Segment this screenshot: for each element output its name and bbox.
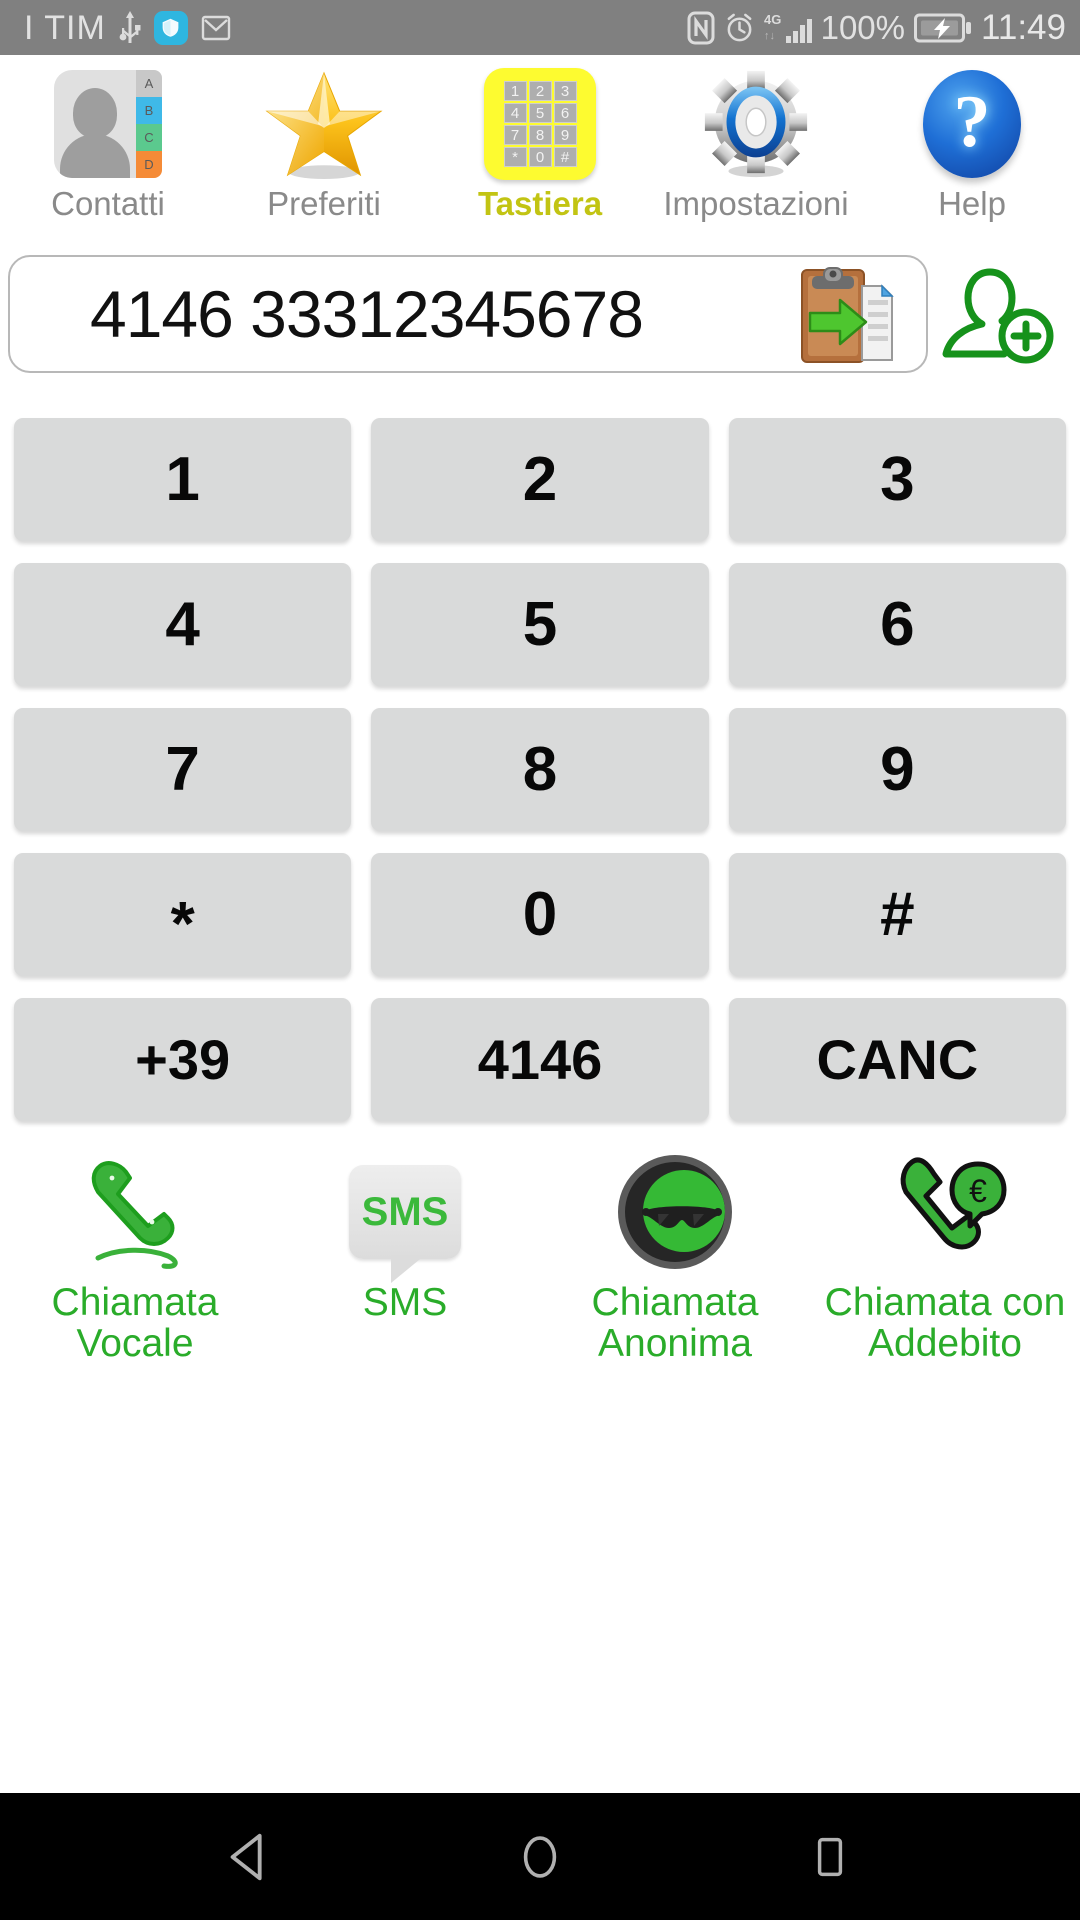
action-label-chiamata-vocale: Chiamata Vocale bbox=[51, 1281, 219, 1366]
key-prefix-plus39[interactable]: +39 bbox=[14, 998, 352, 1121]
key-3[interactable]: 3 bbox=[728, 418, 1066, 541]
carrier-label: I TIM bbox=[24, 8, 106, 47]
key-0[interactable]: 0 bbox=[371, 853, 709, 976]
key-8[interactable]: 8 bbox=[371, 708, 709, 831]
phone-number-input[interactable]: 4146 33312345678 bbox=[8, 255, 928, 373]
action-label-chiamata-con-addebito: Chiamata con Addebito bbox=[824, 1281, 1066, 1366]
sms-bubble-icon: SMS bbox=[342, 1152, 468, 1283]
keypad-icon: 123 456 789 * 0 # bbox=[480, 65, 600, 183]
key-6[interactable]: 6 bbox=[728, 563, 1066, 686]
key-4[interactable]: 4 bbox=[14, 563, 352, 686]
gmail-icon bbox=[201, 13, 231, 43]
nfc-icon bbox=[687, 11, 715, 45]
question-mark-icon: ? bbox=[912, 65, 1032, 183]
add-contact-icon[interactable] bbox=[938, 258, 1056, 370]
number-entry-row: 4146 33312345678 bbox=[0, 253, 1080, 375]
tab-label-help: Help bbox=[938, 185, 1006, 222]
key-9[interactable]: 9 bbox=[728, 708, 1066, 831]
square-recents-icon[interactable] bbox=[780, 1807, 880, 1907]
key-hash[interactable]: # bbox=[728, 853, 1066, 976]
tab-impostazioni[interactable]: Impostazioni bbox=[648, 55, 864, 245]
key-5[interactable]: 5 bbox=[371, 563, 709, 686]
star-icon bbox=[264, 65, 384, 183]
phone-number-value: 4146 33312345678 bbox=[90, 277, 644, 351]
status-bar: I TIM 4G ↑↓ 100% 11:49 bbox=[0, 0, 1080, 55]
status-bar-left: I TIM bbox=[24, 0, 231, 55]
tab-preferiti[interactable]: Preferiti bbox=[216, 55, 432, 245]
phone-screen: I TIM 4G ↑↓ 100% 11:49 A B C D Contatti … bbox=[0, 0, 1080, 1920]
action-chiamata-vocale[interactable]: Chiamata Vocale bbox=[0, 1152, 270, 1365]
circle-home-icon[interactable] bbox=[490, 1807, 590, 1907]
action-row: Chiamata Vocale SMS SMS Chiamata Anonima… bbox=[0, 1152, 1080, 1365]
signal-icon: 4G ↑↓ bbox=[764, 11, 812, 45]
tab-label-preferiti: Preferiti bbox=[267, 185, 381, 222]
top-tab-bar: A B C D Contatti Preferiti 1 2 3 4 5 6 7… bbox=[0, 55, 1080, 245]
paste-clipboard-icon[interactable] bbox=[788, 258, 900, 370]
tab-help[interactable]: ? Help bbox=[864, 55, 1080, 245]
keypad-row-2: 4 5 6 bbox=[0, 563, 1080, 686]
action-sms[interactable]: SMS SMS bbox=[270, 1152, 540, 1365]
android-navigation-bar bbox=[0, 1793, 1080, 1920]
gear-icon bbox=[696, 65, 816, 183]
anonymous-sunglasses-icon bbox=[612, 1152, 738, 1272]
usb-icon bbox=[119, 10, 141, 45]
battery-percent-label: 100% bbox=[820, 9, 905, 46]
key-canc[interactable]: CANC bbox=[728, 998, 1066, 1121]
contacts-book-icon: A B C D bbox=[48, 65, 168, 183]
shield-icon bbox=[153, 10, 188, 45]
key-1[interactable]: 1 bbox=[14, 418, 352, 541]
tab-label-tastiera: Tastiera bbox=[477, 185, 603, 222]
keypad-row-5: +39 4146 CANC bbox=[0, 998, 1080, 1121]
action-chiamata-con-addebito[interactable]: € Chiamata con Addebito bbox=[810, 1152, 1080, 1365]
key-prefix-4146[interactable]: 4146 bbox=[371, 998, 709, 1121]
keypad-row-3: 7 8 9 bbox=[0, 708, 1080, 831]
status-bar-right: 4G ↑↓ 100% 11:49 bbox=[687, 0, 1066, 55]
keypad-row-4: * 0 # bbox=[0, 853, 1080, 976]
keypad-row-1: 1 2 3 bbox=[0, 418, 1080, 541]
phone-euro-icon: € bbox=[882, 1152, 1008, 1272]
tab-label-impostazioni: Impostazioni bbox=[663, 185, 849, 222]
tab-tastiera[interactable]: 123 456 789 * 0 # Tastiera bbox=[432, 55, 648, 245]
svg-text:↑↓: ↑↓ bbox=[764, 30, 775, 42]
action-label-sms: SMS bbox=[362, 1281, 448, 1324]
battery-charging-icon bbox=[914, 12, 972, 44]
action-label-chiamata-anonima: Chiamata Anonima bbox=[591, 1281, 759, 1366]
tab-contatti[interactable]: A B C D Contatti bbox=[0, 55, 216, 245]
triangle-back-icon[interactable] bbox=[200, 1807, 300, 1907]
phone-handset-icon bbox=[72, 1152, 198, 1272]
key-7[interactable]: 7 bbox=[14, 708, 352, 831]
svg-text:€: € bbox=[969, 1173, 987, 1209]
clock-label: 11:49 bbox=[981, 8, 1066, 47]
alarm-icon bbox=[724, 12, 755, 43]
action-chiamata-anonima[interactable]: Chiamata Anonima bbox=[540, 1152, 810, 1365]
svg-text:4G: 4G bbox=[764, 12, 781, 27]
tab-label-contatti: Contatti bbox=[51, 185, 165, 222]
key-2[interactable]: 2 bbox=[371, 418, 709, 541]
key-star[interactable]: * bbox=[14, 853, 352, 976]
dial-keypad: 1 2 3 4 5 6 7 8 9 * 0 # +39 4146 CANC bbox=[0, 418, 1080, 1143]
